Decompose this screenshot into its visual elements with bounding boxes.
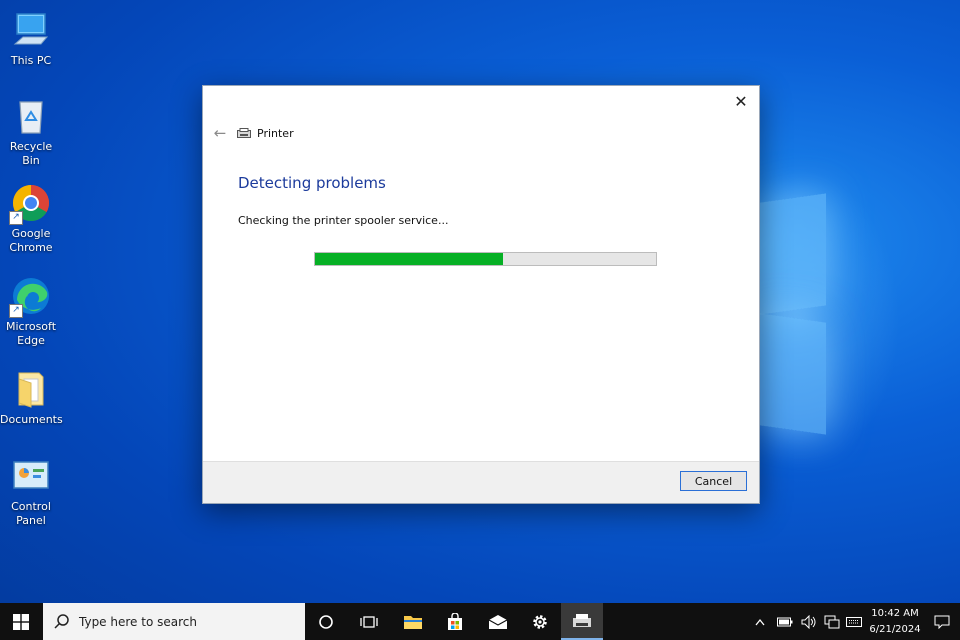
- desktop-icon-label: Google: [11, 227, 51, 240]
- cancel-button[interactable]: Cancel: [680, 471, 747, 491]
- folder-icon: [11, 369, 51, 409]
- dialog-footer: Cancel: [203, 461, 759, 503]
- desktop-icon-edge[interactable]: ↗ Microsoft Edge: [0, 276, 62, 348]
- edge-icon: ↗: [9, 276, 51, 318]
- store-bag-icon: [448, 612, 462, 630]
- network-button[interactable]: [823, 603, 841, 640]
- keyboard-button[interactable]: [845, 603, 863, 640]
- chevron-up-icon: [755, 618, 765, 625]
- shortcut-arrow-icon: ↗: [9, 211, 23, 225]
- troubleshooter-dialog: ✕ ← Printer Detecting problems Checking …: [202, 85, 760, 504]
- search-icon: [54, 613, 69, 629]
- desktop-icon-label: Control Panel: [11, 500, 51, 527]
- taskbar-search-box[interactable]: Type here to search: [43, 603, 305, 640]
- clock-time: 10:42 AM: [871, 608, 919, 619]
- file-explorer-button[interactable]: [392, 603, 434, 640]
- wallpaper-logo-pane: [760, 193, 826, 315]
- desktop-icon-recycle-bin[interactable]: Recycle Bin: [0, 96, 62, 168]
- store-button[interactable]: [434, 603, 476, 640]
- speaker-icon: [801, 614, 816, 629]
- clock-date: 6/21/2024: [869, 624, 921, 635]
- desktop-icon-label: Microsoft: [5, 320, 57, 333]
- desktop-icon-control-panel[interactable]: Control Panel: [0, 456, 62, 528]
- recycle-bin-icon: [11, 96, 51, 136]
- desktop-icon-documents[interactable]: Documents: [0, 369, 63, 427]
- mail-icon: [488, 614, 508, 629]
- progress-bar: [314, 252, 657, 266]
- close-button[interactable]: ✕: [727, 90, 755, 114]
- folder-icon: [404, 615, 422, 629]
- windows-logo-icon: [13, 613, 29, 630]
- computer-icon: [11, 10, 51, 50]
- status-text: Checking the printer spooler service...: [238, 214, 449, 227]
- keyboard-icon: [846, 616, 862, 627]
- shortcut-arrow-icon: ↗: [9, 304, 23, 318]
- volume-button[interactable]: [800, 603, 818, 640]
- task-view-button[interactable]: [348, 603, 390, 640]
- taskbar: Type here to search 10:42 AM 6/21/2024: [0, 603, 960, 640]
- search-placeholder: Type here to search: [79, 614, 197, 629]
- taskbar-clock[interactable]: 10:42 AM 6/21/2024: [862, 606, 928, 638]
- desktop-icon-label: Documents: [0, 413, 63, 426]
- dialog-title-row: Printer: [237, 124, 294, 142]
- settings-button[interactable]: [519, 603, 561, 640]
- task-view-icon: [360, 615, 378, 628]
- desktop-icon-chrome[interactable]: ↗ Google Chrome: [0, 183, 62, 255]
- desktop-icon-label: This PC: [10, 54, 52, 67]
- notification-icon: [934, 615, 950, 629]
- cortana-button[interactable]: [305, 603, 347, 640]
- battery-icon: [777, 617, 793, 626]
- gear-icon: [533, 614, 547, 629]
- start-button[interactable]: [0, 603, 42, 640]
- desktop-icon-label: Edge: [17, 334, 45, 347]
- dialog-title: Printer: [257, 126, 294, 140]
- network-icon: [824, 615, 840, 628]
- mail-button[interactable]: [477, 603, 519, 640]
- battery-button[interactable]: [776, 603, 794, 640]
- desktop-icon-label: Recycle Bin: [9, 140, 53, 167]
- dialog-heading: Detecting problems: [238, 174, 386, 192]
- action-center-button[interactable]: [930, 603, 954, 640]
- show-hidden-icons-button[interactable]: [752, 603, 768, 640]
- desktop-icon-label: Chrome: [9, 241, 53, 254]
- wallpaper-logo-pane: [760, 313, 826, 435]
- troubleshooter-taskbar-button[interactable]: [561, 603, 603, 640]
- cortana-circle-icon: [319, 614, 333, 629]
- printer-icon: [237, 127, 251, 139]
- printer-icon: [573, 613, 591, 627]
- progress-bar-fill: [315, 253, 503, 265]
- back-arrow-icon[interactable]: ←: [209, 124, 231, 142]
- chrome-icon: ↗: [9, 183, 51, 225]
- desktop-icon-this-pc[interactable]: This PC: [0, 10, 62, 68]
- control-panel-icon: [11, 456, 51, 496]
